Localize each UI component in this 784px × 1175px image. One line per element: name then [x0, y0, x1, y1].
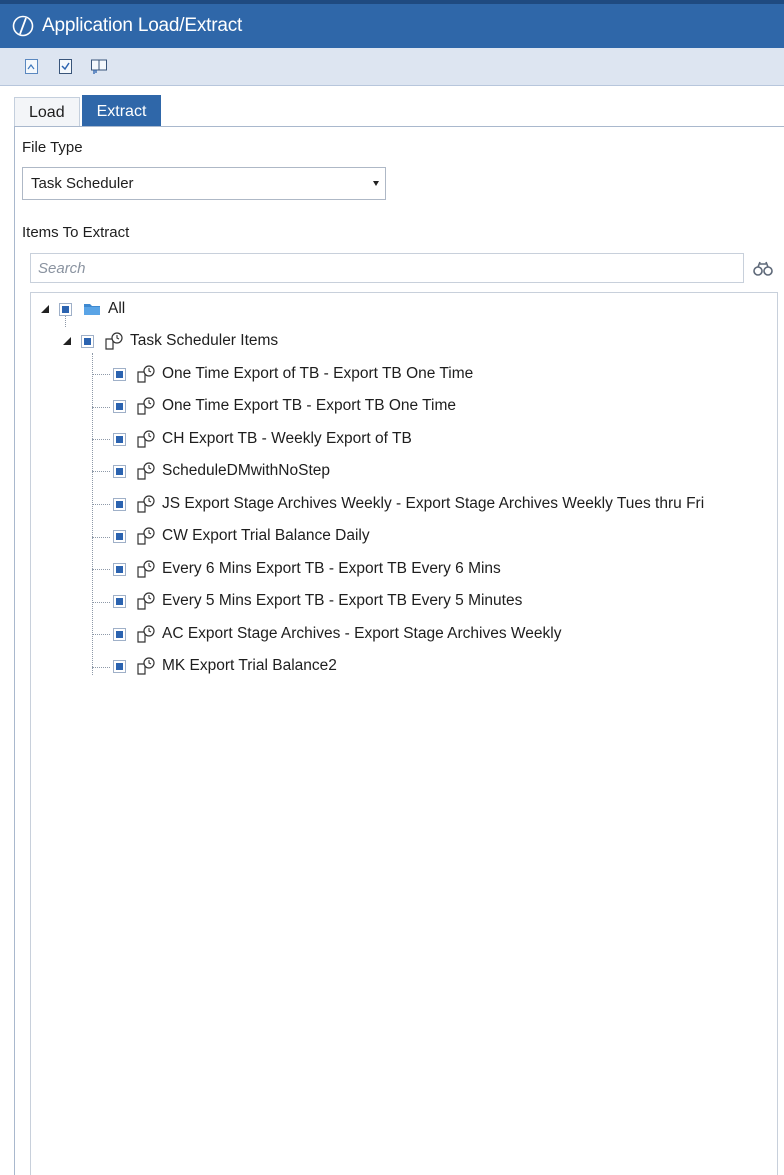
import-button[interactable] — [22, 57, 42, 77]
binoculars-icon[interactable] — [752, 258, 774, 278]
tree-view: All Task Scheduler Items One Time Export… — [30, 292, 778, 1175]
tree-node-label: JS Export Stage Archives Weekly - Export… — [162, 495, 705, 512]
task-scheduler-icon — [137, 527, 155, 545]
task-checkbox[interactable] — [113, 367, 126, 381]
tree-node-task: One Time Export of TB - Export TB One Ti… — [113, 362, 473, 386]
dropdown-arrow-icon — [373, 181, 379, 186]
tree-node-task: MK Export Trial Balance2 — [113, 654, 337, 678]
task-scheduler-icon — [137, 657, 155, 675]
import-icon — [25, 59, 38, 74]
task-scheduler-icon — [137, 397, 155, 415]
search-placeholder: Search — [38, 259, 86, 277]
task-scheduler-icon — [137, 560, 155, 578]
items-to-extract-label: Items To Extract — [22, 224, 130, 241]
task-checkbox[interactable] — [113, 659, 126, 673]
task-scheduler-icon — [137, 592, 155, 610]
app-logo-icon — [12, 15, 34, 37]
title-bar: Application Load/Extract — [0, 0, 784, 48]
tree-node-label: CH Export TB - Weekly Export of TB — [162, 430, 412, 447]
folder-icon — [84, 304, 100, 315]
tree-node-label: Every 6 Mins Export TB - Export TB Every… — [162, 560, 501, 577]
task-checkbox[interactable] — [113, 497, 126, 511]
tree-node-label: ScheduleDMwithNoStep — [162, 462, 331, 479]
tree-node-label: One Time Export of TB - Export TB One Ti… — [162, 365, 474, 382]
reference-icon — [91, 59, 107, 74]
reference-button[interactable] — [90, 57, 110, 77]
tree-node-task: One Time Export TB - Export TB One Time — [113, 394, 456, 418]
collapse-triangle-icon[interactable] — [41, 305, 49, 313]
task-scheduler-icon — [137, 365, 155, 383]
task-checkbox[interactable] — [113, 464, 126, 478]
tab-extract[interactable]: Extract — [81, 95, 162, 127]
collapse-triangle-icon[interactable] — [63, 337, 71, 345]
tree-node-task: JS Export Stage Archives Weekly - Export… — [113, 492, 704, 516]
tree-node-label: All — [108, 300, 126, 317]
tree-node-task: AC Export Stage Archives - Export Stage … — [113, 622, 561, 646]
tree-node-label: CW Export Trial Balance Daily — [162, 527, 370, 544]
tree-node-label: Task Scheduler Items — [130, 332, 279, 349]
file-type-label: File Type — [22, 139, 83, 156]
task-scheduler-icon — [137, 625, 155, 643]
task-scheduler-icon — [105, 332, 123, 350]
task-checkbox[interactable] — [113, 399, 126, 413]
task-checkbox[interactable] — [113, 594, 126, 608]
tab-strip: Load Extract — [14, 95, 162, 127]
tree-node-all: All — [41, 297, 125, 321]
toolbar — [0, 48, 784, 86]
tree-node-label: Every 5 Mins Export TB - Export TB Every… — [162, 592, 523, 609]
tree-node-label: AC Export Stage Archives - Export Stage … — [162, 625, 562, 642]
tree-node-task: Every 6 Mins Export TB - Export TB Every… — [113, 557, 501, 581]
task-scheduler-icon — [137, 495, 155, 513]
tree-node-label: MK Export Trial Balance2 — [162, 657, 337, 674]
tree-node-task: CH Export TB - Weekly Export of TB — [113, 427, 412, 451]
task-checkbox[interactable] — [113, 627, 126, 641]
tab-load[interactable]: Load — [14, 97, 80, 127]
task-checkbox[interactable] — [113, 529, 126, 543]
task-checkbox[interactable] — [113, 562, 126, 576]
task-scheduler-icon — [137, 462, 155, 480]
file-type-value: Task Scheduler — [31, 175, 134, 192]
window-title: Application Load/Extract — [42, 15, 243, 36]
tree-node-task: ScheduleDMwithNoStep — [113, 459, 330, 483]
checkbox-all[interactable] — [59, 302, 72, 316]
checkbox-task-scheduler-items[interactable] — [81, 334, 94, 348]
search-input[interactable]: Search — [30, 253, 744, 283]
tree-node-task: Every 5 Mins Export TB - Export TB Every… — [113, 589, 522, 613]
export-icon — [59, 59, 72, 74]
tree-node-task: CW Export Trial Balance Daily — [113, 524, 370, 548]
task-checkbox[interactable] — [113, 432, 126, 446]
tree-node-label: One Time Export TB - Export TB One Time — [162, 397, 457, 414]
export-button[interactable] — [56, 57, 76, 77]
file-type-dropdown[interactable]: Task Scheduler — [22, 167, 386, 200]
task-scheduler-icon — [137, 430, 155, 448]
tree-node-task-scheduler-items: Task Scheduler Items — [63, 329, 278, 353]
